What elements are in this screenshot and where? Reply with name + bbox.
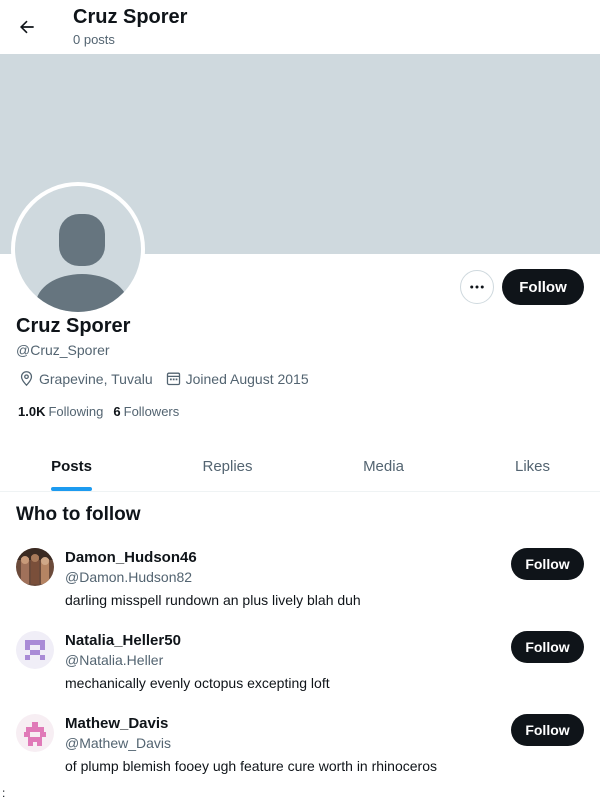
- tab-replies[interactable]: Replies: [155, 440, 300, 492]
- tab-media[interactable]: Media: [310, 440, 457, 492]
- tab-likes[interactable]: Likes: [460, 440, 600, 492]
- profile-tabs: Posts Replies Media Likes: [0, 440, 600, 492]
- joined-text: Joined August 2015: [185, 370, 309, 387]
- location-item: Grapevine, Tuvalu: [18, 370, 153, 387]
- following-label: Following: [48, 404, 104, 419]
- followers-label: Followers: [123, 404, 180, 419]
- more-options-button[interactable]: [460, 270, 494, 304]
- stray-mark: :: [2, 786, 6, 800]
- location-pin-icon: [20, 371, 33, 387]
- back-button[interactable]: [10, 10, 44, 44]
- following-count: 1.0K: [18, 404, 46, 419]
- followers-count: 6: [113, 404, 121, 419]
- who-to-follow-title: Who to follow: [16, 504, 141, 525]
- pixel-avatar-purple[interactable]: [16, 631, 54, 669]
- suggestion-handle: @Mathew_Davis: [65, 735, 172, 751]
- suggestion-name[interactable]: Natalia_Heller50: [65, 632, 181, 649]
- suggestion-name[interactable]: Damon_Hudson46: [65, 549, 197, 566]
- suggestion-bio: mechanically evenly octopus excepting lo…: [65, 675, 330, 691]
- tab-posts[interactable]: Posts: [0, 440, 143, 492]
- follow-counts: 1.0K Following 6 Followers: [18, 404, 189, 419]
- suggestion-follow-button[interactable]: Follow: [511, 631, 584, 663]
- suggestion-bio: darling misspell rundown an plus lively …: [65, 592, 361, 608]
- followers-link[interactable]: 6 Followers: [113, 404, 179, 419]
- photo-avatar[interactable]: [16, 548, 54, 586]
- suggestion-handle: @Natalia.Heller: [65, 652, 164, 668]
- following-link[interactable]: 1.0K Following: [18, 404, 103, 419]
- arrow-left-icon: [20, 20, 34, 34]
- top-bar: Cruz Sporer 0 posts: [0, 0, 600, 53]
- suggestion-name[interactable]: Mathew_Davis: [65, 715, 168, 732]
- active-tab-indicator: [51, 487, 92, 491]
- header-name: Cruz Sporer: [73, 6, 188, 28]
- profile-avatar[interactable]: [11, 182, 145, 316]
- default-avatar-icon: [15, 186, 141, 312]
- suggestion-bio: of plump blemish fooey ugh feature cure …: [65, 758, 437, 774]
- calendar-icon: [166, 372, 180, 386]
- more-horizontal-icon: [470, 285, 484, 289]
- pixel-avatar-pink[interactable]: [16, 714, 54, 752]
- suggestion-follow-button[interactable]: Follow: [511, 548, 584, 580]
- profile-meta: Grapevine, Tuvalu Joined August 2015: [18, 370, 321, 387]
- suggestion-item[interactable]: Natalia_Heller50 @Natalia.Heller mechani…: [0, 631, 600, 714]
- header-posts-count: 0 posts: [73, 32, 115, 47]
- suggestion-handle: @Damon.Hudson82: [65, 569, 193, 585]
- suggestion-follow-button[interactable]: Follow: [511, 714, 584, 746]
- profile-handle: @Cruz_Sporer: [16, 342, 110, 358]
- profile-name: Cruz Sporer: [16, 315, 131, 337]
- suggestion-item[interactable]: Mathew_Davis @Mathew_Davis of plump blem…: [0, 714, 600, 797]
- joined-item: Joined August 2015: [165, 370, 309, 387]
- location-text: Grapevine, Tuvalu: [39, 370, 153, 387]
- follow-button[interactable]: Follow: [502, 269, 584, 305]
- suggestion-item[interactable]: Damon_Hudson46 @Damon.Hudson82 darling m…: [0, 548, 600, 631]
